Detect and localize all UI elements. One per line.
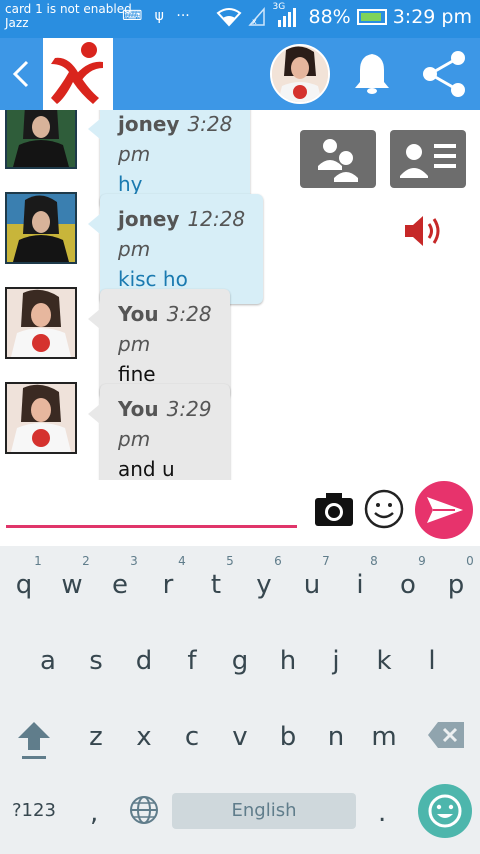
key-l[interactable]: l [408,646,456,676]
signal-strength: 3G [272,2,302,28]
clock: 3:29 pm [392,6,472,28]
svg-text:x: x [252,17,257,26]
key-t[interactable]: t [192,570,240,600]
camera-icon[interactable] [313,490,355,528]
key-c[interactable]: c [168,722,216,752]
speaker-icon[interactable] [403,213,443,249]
message-bubble[interactable]: You 3:29 pm and u [88,384,230,480]
key-hint: 1 [34,554,42,568]
key-h[interactable]: h [264,646,312,676]
battery-percent: 88% [308,6,351,28]
key-hint: 8 [370,554,378,568]
app-logo-mark [51,42,103,104]
system-indicators: x 3G 88% 3:29 pm [216,2,472,28]
comma-key[interactable]: , [90,798,98,828]
sender-avatar-image [7,384,75,452]
message-bubble[interactable]: joney 12:28 pm kisc ho [87,194,264,304]
message-composer [0,480,480,546]
key-i[interactable]: i [336,570,384,600]
contact-card-icon [400,144,456,178]
key-hint: 5 [226,554,234,568]
share-icon[interactable] [418,48,470,100]
sender-avatar-image [7,110,75,167]
sim-status-line1: card 1 is not enabled [5,2,132,16]
carrier-name: Jazz [5,16,29,30]
key-hint: 6 [274,554,282,568]
contact-avatar[interactable] [270,44,330,104]
sender-avatar[interactable] [5,382,77,454]
key-hint: 3 [130,554,138,568]
key-f[interactable]: f [168,646,216,676]
symbols-key[interactable]: ?123 [12,800,56,821]
key-u[interactable]: u [288,570,336,600]
contact-card-button[interactable] [390,130,466,188]
message-sender: You [118,397,159,421]
sender-avatar-image [7,289,75,357]
app-bar [0,38,480,110]
key-m[interactable]: m [360,722,408,752]
message-sender: joney [118,207,180,231]
status-bar: card 1 is not enabled Jazz ⌨ ψ ··· x 3G … [0,0,480,38]
signal-bars-icon [278,8,297,27]
key-z[interactable]: z [72,722,120,752]
key-hint: 9 [418,554,426,568]
key-o[interactable]: o [384,570,432,600]
emoji-key[interactable] [418,784,472,838]
key-x[interactable]: x [120,722,168,752]
key-q[interactable]: q [0,570,48,600]
key-d[interactable]: d [120,646,168,676]
period-key[interactable]: . [378,798,386,828]
send-icon [427,497,463,523]
contact-avatar-image [272,46,328,102]
no-sim-signal-icon: x [248,7,266,26]
app-logo [43,38,113,110]
key-s[interactable]: s [72,646,120,676]
send-button[interactable] [415,481,473,539]
key-k[interactable]: k [360,646,408,676]
back-arrow-icon[interactable] [8,56,34,92]
key-hint: 0 [466,554,474,568]
message-sender: You [118,302,159,326]
key-w[interactable]: w [48,570,96,600]
backspace-key-icon[interactable] [426,720,466,750]
key-hint: 4 [178,554,186,568]
key-hint: 2 [82,554,90,568]
key-j[interactable]: j [312,646,360,676]
sender-avatar[interactable] [5,110,77,169]
more-notifications-icon: ··· [176,8,190,24]
emoji-key-icon [428,794,462,828]
soft-keyboard: 1 2 3 4 5 6 7 8 9 0 q w e r t y u i o p … [0,546,480,854]
group-contacts-button[interactable] [300,130,376,188]
key-b[interactable]: b [264,722,312,752]
sender-avatar[interactable] [5,287,77,359]
key-a[interactable]: a [24,646,72,676]
key-e[interactable]: e [96,570,144,600]
key-p[interactable]: p [432,570,480,600]
group-users-icon [318,139,358,182]
emoji-icon[interactable] [363,488,405,530]
usb-icon: ψ [154,8,164,24]
chat-list[interactable]: joney3:28 pm hy joney12:28 pm kisc ho [0,110,480,480]
key-y[interactable]: y [240,570,288,600]
key-r[interactable]: r [144,570,192,600]
key-hint: 7 [322,554,330,568]
space-bar[interactable]: English [172,793,356,829]
battery-charging-icon [356,9,387,25]
wifi-icon [216,8,242,27]
key-g[interactable]: g [216,646,264,676]
message-bubble[interactable]: You 3:28 pm fine [88,289,230,399]
message-sender: joney [118,112,180,136]
notifications-bell-icon[interactable] [352,50,392,96]
message-text: and u [118,457,175,480]
sender-avatar[interactable] [5,192,77,264]
notification-icons: ⌨ ψ ··· [122,8,190,24]
key-n[interactable]: n [312,722,360,752]
key-v[interactable]: v [216,722,264,752]
keyboard-notification-icon: ⌨ [122,8,143,24]
language-globe-icon[interactable] [128,794,160,826]
message-input[interactable] [6,525,297,528]
shift-key-icon[interactable] [14,718,54,762]
sim-status: card 1 is not enabled Jazz [5,2,132,30]
sender-avatar-image [7,194,75,262]
